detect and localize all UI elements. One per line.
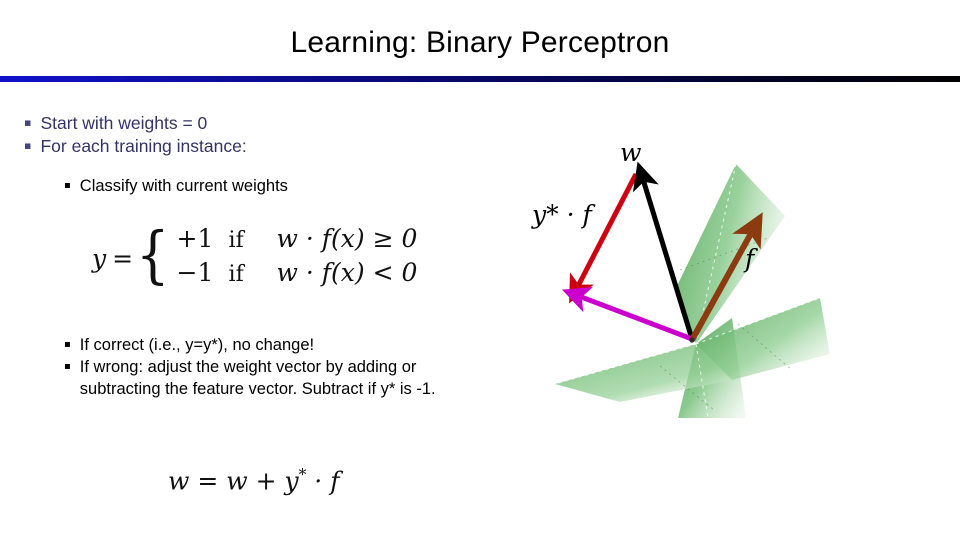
diagram-svg [554, 161, 830, 419]
vector-y-star-f [569, 172, 639, 304]
slide-canvas: Learning: Binary Perceptron ▪ Start with… [0, 0, 960, 540]
perceptron-vector-diagram: w y* · f f [500, 118, 960, 428]
equation-classify: y = { +1 if w · f(x) ≥ 0 −1 if w · f(x) … [92, 217, 418, 292]
bullet-square-icon: ▪ [64, 360, 71, 372]
case-expression: w · f(x) ≥ 0 [276, 224, 418, 253]
case-value: −1 [176, 258, 214, 287]
list-item: ▪ For each training instance: [24, 135, 464, 158]
origin-point [689, 337, 695, 343]
list-item: ▪ If correct (i.e., y=y*), no change! [64, 335, 464, 357]
diagram-label-w: w [620, 138, 642, 167]
case-keyword: if [228, 262, 244, 287]
bullet-list-bottom: ▪ If correct (i.e., y=y*), no change! ▪ … [64, 335, 464, 401]
diagram-label-y-star-f: y* · f [532, 200, 592, 229]
bullet-list-top: ▪ Start with weights = 0 ▪ For each trai… [24, 112, 464, 159]
vector-w [632, 161, 695, 340]
list-item: ▪ Start with weights = 0 [24, 112, 464, 135]
page-title: Learning: Binary Perceptron [290, 26, 670, 59]
list-item-label: Classify with current weights [79, 177, 288, 195]
equation-case-row: −1 if w · f(x) < 0 [177, 258, 418, 292]
case-expression: w · f(x) < 0 [276, 258, 418, 287]
case-value: +1 [176, 224, 214, 253]
equation-classify-lhs: y [92, 243, 107, 273]
case-keyword: if [228, 228, 244, 253]
list-item-label: If correct (i.e., y=y*), no change! [79, 336, 315, 354]
bullet-square-icon: ▪ [24, 116, 32, 129]
equation-case-row: +1 if w · f(x) ≥ 0 [177, 224, 418, 258]
bullet-square-icon: ▪ [64, 180, 71, 191]
list-item-label: Start with weights = 0 [40, 113, 208, 133]
equation-update-tail: · f [306, 466, 340, 496]
bullet-square-icon: ▪ [24, 139, 32, 153]
list-item-label: If wrong: adjust the weight vector by ad… [79, 357, 436, 398]
equation-cases: +1 if w · f(x) ≥ 0 −1 if w · f(x) < 0 [177, 224, 418, 292]
bullet-list-sub: ▪ Classify with current weights [64, 176, 464, 198]
list-item: ▪ If wrong: adjust the weight vector by … [64, 357, 464, 401]
list-item: ▪ Classify with current weights [64, 176, 464, 198]
diagram-label-f: f [745, 244, 755, 273]
equation-update-head: w = w + y [168, 466, 299, 496]
vector-w-updated [561, 286, 693, 342]
list-item-label: For each training instance: [40, 136, 247, 157]
brace-icon: { [136, 217, 170, 291]
bullet-square-icon: ▪ [64, 339, 71, 350]
equation-classify-equals: = [112, 243, 134, 273]
equation-update: w = w + y* · f [168, 466, 339, 495]
title-divider [0, 76, 960, 82]
decision-plane-group [554, 163, 830, 419]
